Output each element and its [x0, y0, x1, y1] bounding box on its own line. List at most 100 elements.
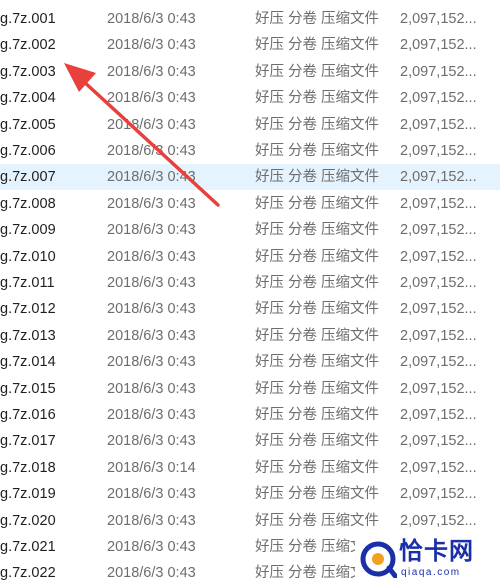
file-date: 2018/6/3 0:43: [107, 116, 196, 133]
file-type: 好压 分卷 压缩文件: [255, 222, 380, 239]
file-name: g.7z.005: [0, 116, 56, 133]
file-size: 2,097,152...: [400, 407, 477, 423]
file-row[interactable]: g.7z.014 2018/6/3 0:43 好压 分卷 压缩文件 2,097,152…: [0, 349, 500, 375]
file-size: 2,097,152...: [400, 459, 477, 476]
file-date: 2018/6/3 0:43: [107, 327, 196, 344]
file-date: 2018/6/3 0:43: [107, 143, 196, 159]
file-date: 2018/6/3 0:43: [107, 169, 196, 186]
file-type: 好压 分卷 压缩文件: [255, 354, 380, 371]
file-size: 2,097,152...: [400, 222, 477, 239]
file-name: g.7z.017: [0, 433, 56, 450]
file-row[interactable]: g.7z.017 2018/6/3 0:43 好压 分卷 压缩文件 2,097,152…: [0, 428, 500, 454]
file-row[interactable]: g.7z.007 2018/6/3 0:43 好压 分卷 压缩文件 2,097,152…: [0, 164, 500, 191]
file-row[interactable]: g.7z.012 2018/6/3 0:43 好压 分卷 压缩文件 2,097,152…: [0, 296, 500, 322]
file-row[interactable]: g.7z.019 2018/6/3 0:43 好压 分卷 压缩文件 2,097,152…: [0, 481, 500, 507]
file-row[interactable]: g.7z.006 2018/6/3 0:43 好压 分卷 压缩文件 2,097,152…: [0, 138, 500, 164]
file-name: g.7z.019: [0, 486, 56, 503]
file-date: 2018/6/3 0:43: [107, 222, 196, 239]
file-size: 2,097,152...: [400, 63, 477, 80]
file-row[interactable]: g.7z.010 2018/6/3 0:43 好压 分卷 压缩文件 2,097,152…: [0, 244, 500, 270]
file-name: g.7z.001: [0, 11, 56, 27]
file-date: 2018/6/3 0:14: [107, 459, 196, 476]
file-date: 2018/6/3 0:43: [107, 380, 196, 397]
file-type: 好压 分卷 压缩文件: [255, 116, 380, 133]
file-row[interactable]: g.7z.008 2018/6/3 0:43 好压 分卷 压缩文件 2,097,152…: [0, 191, 500, 217]
file-type: 好压 分卷 压缩文件: [255, 195, 380, 212]
file-name: g.7z.010: [0, 248, 56, 265]
file-date: 2018/6/3 0:43: [107, 37, 196, 54]
file-size: 2,097,152...: [400, 380, 477, 397]
file-row[interactable]: g.7z.009 2018/6/3 0:43 好压 分卷 压缩文件 2,097,152…: [0, 217, 500, 243]
file-date: 2018/6/3 0:43: [107, 63, 196, 80]
file-size: 2,097,152...: [400, 354, 477, 371]
file-name: g.7z.020: [0, 512, 56, 529]
file-type: 好压 分卷 压缩文件: [255, 327, 380, 344]
file-date: 2018/6/3 0:43: [107, 486, 196, 503]
file-type: 好压 分卷 压缩文件: [255, 301, 380, 318]
file-size: 2,097,152...: [400, 327, 477, 344]
file-name: g.7z.016: [0, 407, 56, 423]
file-row[interactable]: g.7z.004 2018/6/3 0:43 好压 分卷 压缩文件 2,097,152…: [0, 85, 500, 111]
file-name: g.7z.004: [0, 90, 56, 107]
file-name: g.7z.007: [0, 169, 56, 186]
file-row[interactable]: g.7z.002 2018/6/3 0:43 好压 分卷 压缩文件 2,097,152…: [0, 32, 500, 58]
file-date: 2018/6/3 0:43: [107, 11, 196, 27]
file-date: 2018/6/3 0:43: [107, 301, 196, 318]
file-type: 好压 分卷 压缩文件: [255, 275, 380, 291]
file-row[interactable]: g.7z.016 2018/6/3 0:43 好压 分卷 压缩文件 2,097,152…: [0, 402, 500, 428]
file-row[interactable]: g.7z.001 2018/6/3 0:43 好压 分卷 压缩文件 2,097,152…: [0, 6, 500, 32]
watermark-domain: qiaqa.com: [401, 567, 461, 578]
file-name: g.7z.002: [0, 37, 56, 54]
file-size: 2,097,152...: [400, 143, 477, 159]
file-row[interactable]: g.7z.011 2018/6/3 0:43 好压 分卷 压缩文件 2,097,152…: [0, 270, 500, 296]
file-type: 好压 分卷 压缩文件: [255, 512, 380, 529]
file-type: 好压 分卷 压缩文件: [255, 486, 380, 503]
file-date: 2018/6/3 0:43: [107, 407, 196, 423]
file-name: g.7z.013: [0, 327, 56, 344]
file-size: 2,097,152...: [400, 248, 477, 265]
file-name: g.7z.006: [0, 143, 56, 159]
qiaqa-logo-icon: [360, 541, 397, 578]
file-type: 好压 分卷 压缩文件: [255, 143, 380, 159]
file-row[interactable]: g.7z.003 2018/6/3 0:43 好压 分卷 压缩文件 2,097,152…: [0, 59, 500, 85]
watermark-brand: 恰卡网: [399, 538, 474, 565]
file-date: 2018/6/3 0:43: [107, 433, 196, 450]
file-name: g.7z.003: [0, 63, 56, 80]
file-size: 2,097,152...: [400, 433, 477, 450]
file-size: 2,097,152...: [400, 512, 477, 529]
watermark: 恰卡网 qiaqa.com: [355, 536, 500, 583]
file-name: g.7z.018: [0, 459, 56, 476]
file-type: 好压 分卷 压缩文件: [255, 63, 380, 80]
file-name: g.7z.015: [0, 380, 56, 397]
file-name: g.7z.012: [0, 301, 56, 318]
file-date: 2018/6/3 0:43: [107, 539, 196, 555]
file-row[interactable]: g.7z.013 2018/6/3 0:43 好压 分卷 压缩文件 2,097,152…: [0, 323, 500, 349]
file-type: 好压 分卷 压缩文件: [255, 380, 380, 397]
file-type: 好压 分卷 压缩文件: [255, 459, 380, 476]
file-name: g.7z.011: [0, 275, 55, 291]
file-size: 2,097,152...: [400, 37, 477, 54]
file-type: 好压 分卷 压缩文件: [255, 90, 380, 107]
file-date: 2018/6/3 0:43: [107, 275, 196, 291]
file-name: g.7z.009: [0, 222, 56, 239]
file-row[interactable]: g.7z.018 2018/6/3 0:14 好压 分卷 压缩文件 2,097,152…: [0, 455, 500, 481]
file-date: 2018/6/3 0:43: [107, 248, 196, 265]
file-row[interactable]: g.7z.020 2018/6/3 0:43 好压 分卷 压缩文件 2,097,152…: [0, 508, 500, 534]
file-size: 2,097,152...: [400, 486, 477, 503]
file-size: 2,097,152...: [400, 90, 477, 107]
file-size: 2,097,152...: [400, 169, 477, 186]
file-size: 2,097,152...: [400, 116, 477, 133]
file-date: 2018/6/3 0:43: [107, 512, 196, 529]
file-row[interactable]: g.7z.005 2018/6/3 0:43 好压 分卷 压缩文件 2,097,152…: [0, 112, 500, 138]
file-date: 2018/6/3 0:43: [107, 195, 196, 212]
file-name: g.7z.022: [0, 565, 56, 582]
file-name: g.7z.008: [0, 195, 56, 212]
file-type: 好压 分卷 压缩文件: [255, 169, 380, 186]
file-date: 2018/6/3 0:43: [107, 354, 196, 371]
file-type: 好压 分卷 压缩文件: [255, 37, 380, 54]
file-name: g.7z.021: [0, 539, 56, 555]
file-name: g.7z.014: [0, 354, 56, 371]
file-date: 2018/6/3 0:43: [107, 565, 196, 582]
file-date: 2018/6/3 0:43: [107, 90, 196, 107]
file-row[interactable]: g.7z.015 2018/6/3 0:43 好压 分卷 压缩文件 2,097,152…: [0, 376, 500, 402]
